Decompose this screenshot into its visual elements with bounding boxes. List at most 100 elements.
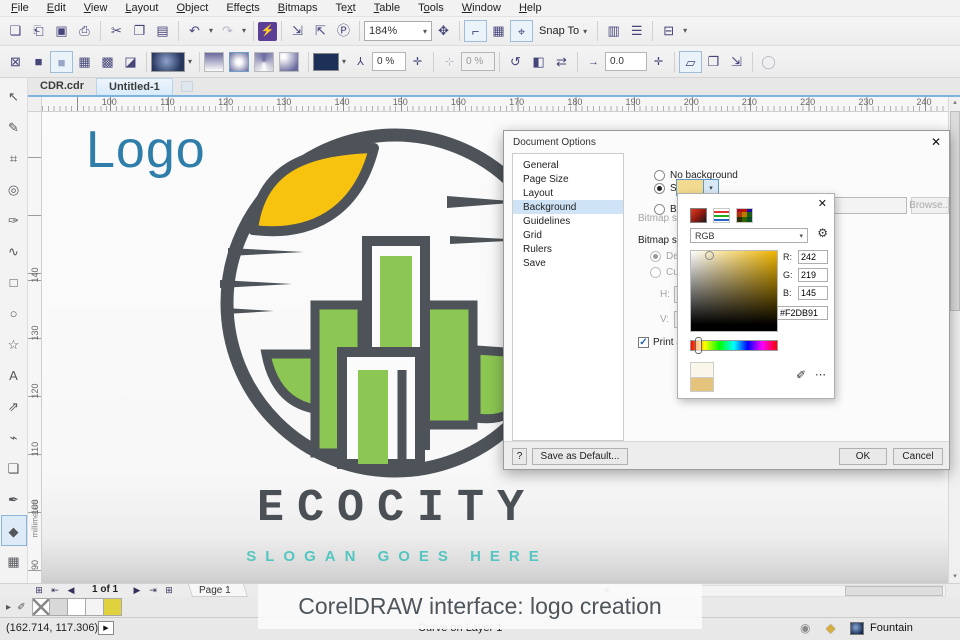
more-options-icon[interactable]: ⋯: [815, 368, 826, 381]
palette-eyedropper-icon[interactable]: ✐: [15, 602, 28, 613]
reverse-fill-button[interactable]: ⇄: [550, 51, 573, 73]
palette-swatch[interactable]: [68, 598, 86, 616]
texture-fill-button[interactable]: ▩: [96, 51, 119, 73]
tree-item[interactable]: Grid: [513, 228, 623, 242]
palette-expand-icon[interactable]: ▸: [2, 602, 15, 613]
palette-swatch[interactable]: [50, 598, 68, 616]
menu-item[interactable]: Window: [453, 1, 510, 15]
tool-artistic-media[interactable]: ∿: [1, 236, 27, 267]
menu-item[interactable]: Object: [167, 1, 217, 15]
paste-button[interactable]: ▤: [151, 20, 174, 42]
color-sliders-tab[interactable]: [713, 208, 730, 223]
export-html-button[interactable]: ▥: [602, 20, 625, 42]
tool-rectangle[interactable]: □: [1, 267, 27, 298]
tab-untitled-1[interactable]: Untitled-1: [96, 78, 173, 95]
menu-item[interactable]: Table: [365, 1, 409, 15]
fill-picker-dropdown[interactable]: ▾: [185, 51, 195, 73]
tool-mesh-fill[interactable]: ▦: [1, 546, 27, 577]
app-launcher-icon[interactable]: ⚡: [258, 21, 277, 41]
rotate-fill-button[interactable]: ↺: [504, 51, 527, 73]
menu-item[interactable]: View: [75, 1, 117, 15]
menu-item[interactable]: Tools: [409, 1, 453, 15]
save-button[interactable]: ▣: [50, 20, 73, 42]
solid-radio[interactable]: [654, 183, 665, 194]
tool-eyedropper[interactable]: ✒: [1, 484, 27, 515]
tool-interactive-fill[interactable]: ◆: [0, 515, 27, 546]
fill-picker-preview[interactable]: [151, 51, 185, 72]
elliptical-fountain-button[interactable]: [229, 51, 249, 72]
scroll-up-arrow[interactable]: ▴: [949, 97, 960, 109]
help-button[interactable]: ?: [512, 448, 527, 465]
copy-button[interactable]: ❐: [128, 20, 151, 42]
palette-swatch[interactable]: [86, 598, 104, 616]
horizontal-ruler[interactable]: 100 110 120 130 140 150 160 170 180 190 200 210 220 2…: [42, 97, 948, 112]
gear-icon[interactable]: ⚙: [817, 226, 828, 240]
smear-button[interactable]: ⇲: [725, 51, 748, 73]
show-guidelines-toggle[interactable]: ⌖: [510, 20, 533, 42]
copy-fill-properties-button[interactable]: ❐: [702, 51, 725, 73]
bitmap-source-field[interactable]: [831, 197, 907, 214]
menu-item[interactable]: Bitmaps: [269, 1, 327, 15]
saturation-value-field[interactable]: [690, 250, 778, 332]
hue-slider[interactable]: [690, 340, 778, 351]
cancel-button[interactable]: Cancel: [893, 448, 943, 465]
import-button[interactable]: ⇲: [286, 20, 309, 42]
custom-size-radio[interactable]: [650, 267, 661, 278]
dialog-close-icon[interactable]: ✕: [931, 135, 941, 149]
vertical-scroll-thumb[interactable]: [950, 111, 960, 311]
show-grid-toggle[interactable]: ▦: [487, 20, 510, 42]
pattern-fill-button[interactable]: ▦: [73, 51, 96, 73]
new-document-button[interactable]: ❏: [4, 20, 27, 42]
color-proof-icon[interactable]: ◉: [800, 621, 810, 635]
hex-input[interactable]: [777, 306, 828, 320]
no-fill-button[interactable]: ⊠: [4, 51, 27, 73]
add-page-end-button[interactable]: ⊞: [162, 584, 176, 597]
conical-fountain-button[interactable]: [254, 51, 274, 72]
zoom-fit-button[interactable]: ✥: [432, 20, 455, 42]
redo-button[interactable]: ↷: [216, 20, 239, 42]
tool-pick[interactable]: ↖: [1, 81, 27, 112]
redo-dropdown[interactable]: ▾: [239, 20, 249, 42]
blend-stepper[interactable]: ✛: [647, 51, 670, 73]
object-properties-button[interactable]: ☰: [625, 20, 648, 42]
fountain-fill-button[interactable]: ■: [50, 50, 73, 73]
edit-fill-button[interactable]: ◧: [527, 51, 550, 73]
node-position-icon[interactable]: ✛: [406, 51, 429, 73]
node-color-dropdown[interactable]: ▾: [339, 51, 349, 73]
tool-polygon[interactable]: ☆: [1, 329, 27, 360]
next-page-button[interactable]: ▶: [130, 584, 144, 597]
page-tab[interactable]: Page 1: [187, 584, 248, 597]
tree-item[interactable]: Rulers: [513, 242, 623, 256]
tree-item[interactable]: Guidelines: [513, 214, 623, 228]
free-scale-skew-button[interactable]: ▱: [679, 50, 702, 73]
linear-fountain-button[interactable]: [204, 51, 224, 72]
tool-shape[interactable]: ✎: [1, 112, 27, 143]
color-palettes-tab[interactable]: [736, 208, 753, 223]
fill-preview-swatch[interactable]: [850, 622, 864, 635]
node-color-swatch[interactable]: [313, 52, 339, 71]
browse-button[interactable]: Browse...: [909, 197, 951, 214]
add-page-start-button[interactable]: ⊞: [32, 584, 46, 597]
scroll-down-arrow[interactable]: ▾: [949, 571, 960, 583]
undo-dropdown[interactable]: ▾: [206, 20, 216, 42]
postscript-fill-button[interactable]: ◪: [119, 51, 142, 73]
tool-freehand[interactable]: ✑: [1, 205, 27, 236]
welcome-screen-button[interactable]: ⊟: [657, 20, 680, 42]
horizontal-scroll-thumb[interactable]: [845, 586, 943, 596]
last-page-button[interactable]: ⇥: [146, 584, 160, 597]
undo-button[interactable]: ↶: [183, 20, 206, 42]
tool-dimension[interactable]: ⇗: [1, 391, 27, 422]
menu-item[interactable]: Edit: [38, 1, 75, 15]
export-button[interactable]: ⇱: [309, 20, 332, 42]
color-model-combo[interactable]: RGB ▾: [690, 228, 808, 243]
color-field-cursor[interactable]: [705, 251, 714, 260]
menu-item[interactable]: Help: [510, 1, 551, 15]
welcome-screen-dropdown[interactable]: ▾: [680, 20, 690, 42]
menu-item[interactable]: Effects: [217, 1, 268, 15]
rectangular-fountain-button[interactable]: [279, 51, 299, 72]
previous-page-button[interactable]: ◀: [64, 584, 78, 597]
no-color-swatch[interactable]: [32, 598, 50, 616]
snap-to-dropdown[interactable]: Snap To ▾: [533, 20, 593, 42]
tree-item[interactable]: Layout: [513, 186, 623, 200]
default-size-radio[interactable]: [650, 251, 661, 262]
